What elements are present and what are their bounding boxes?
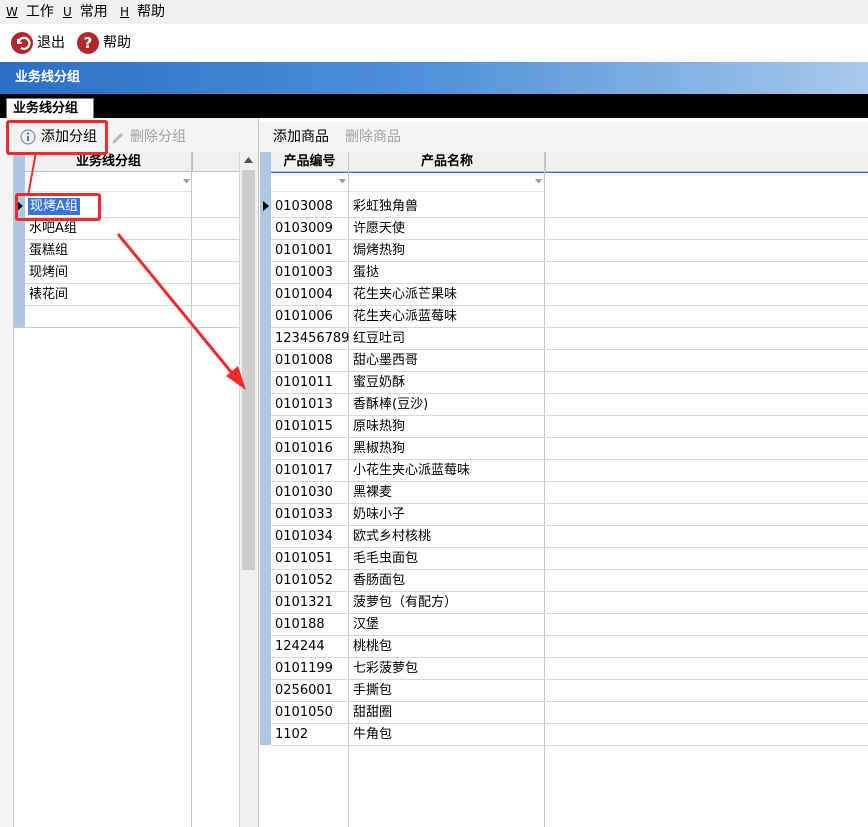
annotation-arrows bbox=[27, 151, 246, 390]
annotation-arrow-line bbox=[116, 233, 238, 379]
annotation-connector-line bbox=[27, 151, 37, 197]
